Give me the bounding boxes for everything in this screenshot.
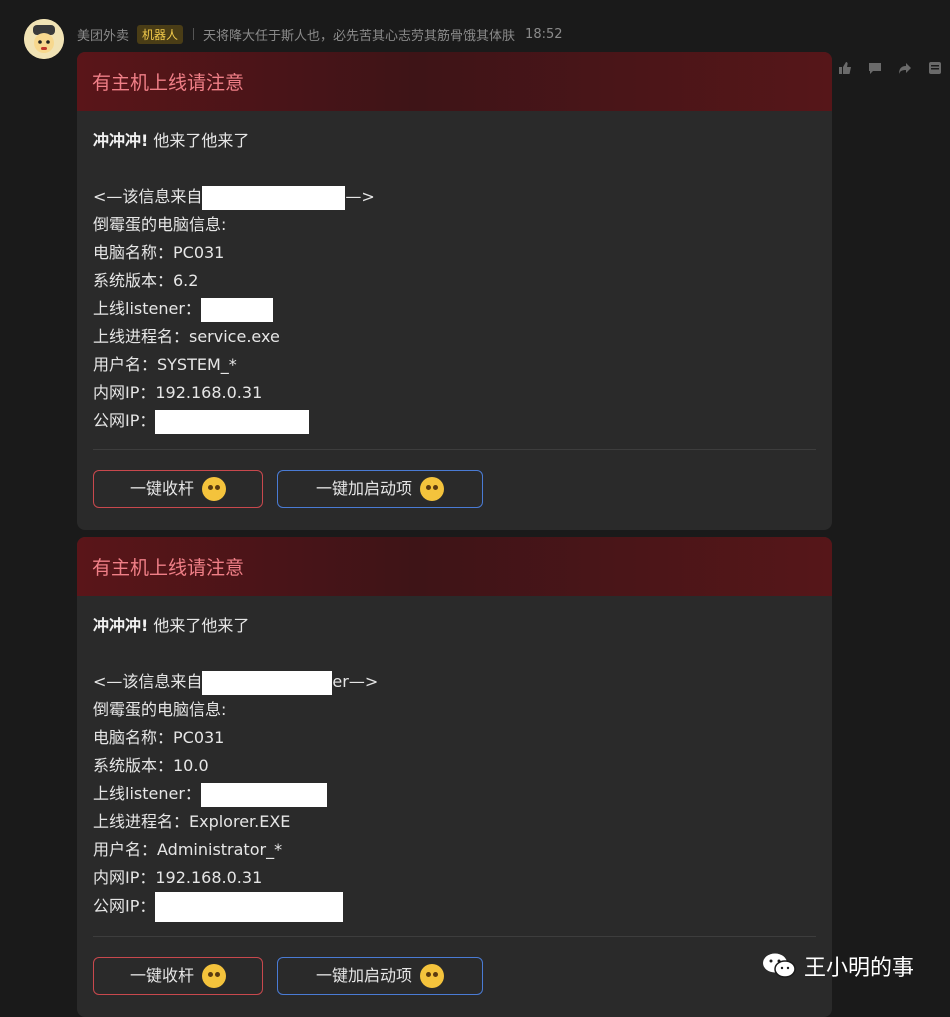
listener-label: 上线listener： [93, 784, 201, 803]
add-startup-button[interactable]: 一键加启动项 [277, 470, 483, 508]
listener-line: 上线listener： [93, 780, 816, 808]
process-name: 上线进程名：service.exe [93, 327, 280, 346]
wan-ip-line: 公网IP： [93, 892, 816, 922]
add-startup-label: 一键加启动项 [315, 966, 412, 985]
lead-bold: 冲冲冲! [93, 616, 149, 635]
card-lead: 冲冲冲! 他来了他来了 [93, 612, 816, 640]
watermark: 王小明的事 [762, 950, 914, 982]
os-version: 系统版本：10.0 [93, 756, 209, 775]
add-startup-button[interactable]: 一键加启动项 [277, 957, 483, 995]
lan-ip: 内网IP：192.168.0.31 [93, 868, 263, 887]
robot-badge: 机器人 [137, 24, 184, 44]
message-actions [834, 58, 946, 78]
info-header: 倒霉蛋的电脑信息: [93, 215, 227, 234]
source-suffix: er—> [332, 672, 379, 691]
username: 用户名：Administrator_* [93, 840, 283, 859]
lead-text: 他来了他来了 [148, 131, 250, 150]
wechat-icon [763, 953, 796, 978]
computer-name: 电脑名称：PC031 [93, 728, 225, 747]
sender-name[interactable]: 美团外卖 [77, 25, 129, 44]
sender-avatar[interactable] [24, 19, 64, 59]
avatar-face-icon [24, 19, 64, 59]
redacted-block [202, 185, 346, 210]
redacted-block [155, 892, 344, 922]
redacted-block [200, 297, 273, 322]
message-header: 美团外卖 机器人 天将降大任于斯人也，必先苦其心志劳其筋骨饿其体肤 18:52 [77, 24, 563, 44]
source-prefix: <—该信息来自 [93, 187, 203, 206]
source-suffix: —> [345, 187, 375, 206]
reel-in-label: 一键收杆 [129, 479, 194, 498]
host-online-card: 有主机上线请注意 冲冲冲! 他来了他来了 <—该信息来自 —> 倒霉蛋的电脑信息:… [77, 52, 832, 530]
message-time: 18:52 [525, 26, 563, 42]
emoji-icon [420, 964, 444, 988]
wan-ip-label: 公网IP： [93, 411, 156, 430]
card-body: 冲冲冲! 他来了他来了 <—该信息来自 —> 倒霉蛋的电脑信息: 电脑名称：PC0… [77, 111, 832, 508]
lead-text: 他来了他来了 [148, 616, 250, 635]
redacted-block [155, 409, 310, 434]
wan-ip-line: 公网IP： [93, 407, 816, 435]
card-body: 冲冲冲! 他来了他来了 <—该信息来自 er—> 倒霉蛋的电脑信息: 电脑名称：P… [77, 596, 832, 995]
lan-ip: 内网IP：192.168.0.31 [93, 383, 263, 402]
emoji-icon [202, 477, 226, 501]
process-name: 上线进程名：Explorer.EXE [93, 812, 291, 831]
redacted-block [200, 782, 327, 807]
sender-signature: 天将降大任于斯人也，必先苦其心志劳其筋骨饿其体肤 [203, 28, 516, 44]
username: 用户名：SYSTEM_* [93, 355, 237, 374]
listener-label: 上线listener： [93, 299, 201, 318]
redacted-block [202, 670, 333, 695]
source-line: <—该信息来自 er—> [93, 668, 816, 696]
card-buttons: 一键收杆 一键加启动项 [93, 470, 816, 508]
header-divider [193, 28, 195, 40]
card-lead: 冲冲冲! 他来了他来了 [93, 127, 816, 155]
card-title: 有主机上线请注意 [77, 52, 832, 111]
card-divider [93, 936, 816, 937]
lead-bold: 冲冲冲! [93, 131, 149, 150]
thumbs-up-icon[interactable] [834, 58, 856, 78]
emoji-icon [202, 964, 226, 988]
computer-name: 电脑名称：PC031 [93, 243, 225, 262]
listener-line: 上线listener： [93, 295, 816, 323]
forward-icon[interactable] [894, 58, 916, 78]
reel-in-button[interactable]: 一键收杆 [93, 957, 263, 995]
source-line: <—该信息来自 —> [93, 183, 816, 211]
add-startup-label: 一键加启动项 [315, 479, 412, 498]
source-prefix: <—该信息来自 [93, 672, 203, 691]
emoji-icon [420, 477, 444, 501]
reel-in-button[interactable]: 一键收杆 [93, 470, 263, 508]
card-title: 有主机上线请注意 [77, 537, 832, 596]
watermark-text: 王小明的事 [804, 956, 915, 981]
card-divider [93, 449, 816, 450]
wan-ip-label: 公网IP： [93, 896, 156, 916]
info-header: 倒霉蛋的电脑信息: [93, 700, 227, 719]
os-version: 系统版本：6.2 [93, 271, 199, 290]
card-buttons: 一键收杆 一键加启动项 [93, 957, 816, 995]
reel-in-label: 一键收杆 [129, 966, 194, 985]
comment-icon[interactable] [864, 58, 886, 78]
more-icon[interactable] [924, 58, 946, 78]
host-online-card: 有主机上线请注意 冲冲冲! 他来了他来了 <—该信息来自 er—> 倒霉蛋的电脑信… [77, 537, 832, 1017]
